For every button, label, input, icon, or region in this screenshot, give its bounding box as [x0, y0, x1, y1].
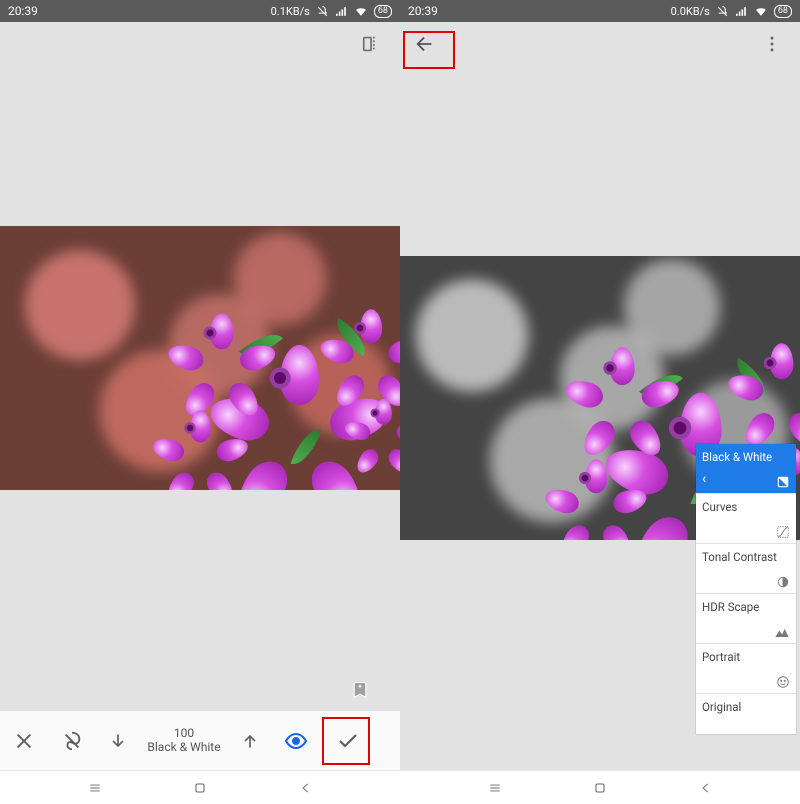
compare-icon[interactable] — [352, 24, 392, 64]
next-filter-button[interactable] — [228, 711, 272, 771]
image-preview-mask[interactable] — [0, 226, 400, 490]
close-button[interactable] — [0, 711, 48, 771]
status-bar: 20:39 0.0KB/s 68 — [400, 0, 800, 22]
right-screenshot: 20:39 0.0KB/s 68 — [400, 0, 800, 804]
left-screenshot: 20:39 0.1KB/s 68 — [0, 0, 400, 804]
status-time: 20:39 — [408, 4, 438, 18]
home-icon[interactable] — [589, 777, 611, 799]
stack-label: Black & White — [702, 450, 790, 464]
hdr-icon — [774, 627, 790, 639]
stack-item-portrait[interactable]: Portrait — [696, 644, 796, 694]
apply-highlight — [322, 717, 370, 765]
status-time: 20:39 — [8, 4, 38, 18]
face-icon — [776, 675, 790, 689]
dnd-icon — [716, 5, 729, 18]
filter-indicator: 100 Black & White — [140, 711, 228, 771]
signal-icon — [735, 5, 748, 18]
stack-label: HDR Scape — [702, 600, 790, 614]
status-bar: 20:39 0.1KB/s 68 — [0, 0, 400, 22]
edit-stacks-panel: Black & White ‹ Curves Tonal Contrast H — [696, 444, 796, 734]
home-icon[interactable] — [189, 777, 211, 799]
top-bar — [400, 22, 800, 66]
status-battery: 68 — [774, 5, 792, 18]
nav-back-icon[interactable] — [295, 777, 317, 799]
bw-icon — [776, 475, 790, 489]
stack-item-bw[interactable]: Black & White ‹ — [696, 444, 796, 494]
stack-item-tonal[interactable]: Tonal Contrast — [696, 544, 796, 594]
wifi-icon — [354, 5, 368, 18]
top-bar — [0, 22, 400, 66]
chevron-left-icon: ‹ — [702, 471, 706, 487]
android-navbar — [400, 770, 800, 804]
stack-label: Original — [702, 700, 790, 714]
stack-item-curves[interactable]: Curves — [696, 494, 796, 544]
filter-label: Black & White — [147, 741, 220, 755]
more-vert-icon[interactable] — [752, 24, 792, 64]
stack-item-hdr[interactable]: HDR Scape — [696, 594, 796, 644]
curves-icon — [776, 525, 790, 539]
edit-toolbar: 100 Black & White — [0, 710, 400, 770]
bookmark-add-icon[interactable] — [350, 680, 370, 700]
status-battery: 68 — [374, 5, 392, 18]
stack-item-original[interactable]: Original — [696, 694, 796, 734]
back-highlight — [403, 31, 455, 69]
signal-icon — [335, 5, 348, 18]
recent-apps-icon[interactable] — [84, 777, 106, 799]
prev-filter-button[interactable] — [96, 711, 140, 771]
tonal-icon — [776, 575, 790, 589]
filter-value: 100 — [174, 727, 194, 741]
preview-toggle-button[interactable] — [272, 711, 320, 771]
android-navbar — [0, 770, 400, 804]
apply-button[interactable] — [320, 711, 376, 771]
stack-label: Tonal Contrast — [702, 550, 790, 564]
stack-label: Curves — [702, 500, 790, 514]
wifi-icon — [754, 5, 768, 18]
stack-label: Portrait — [702, 650, 790, 664]
mask-brush-button[interactable] — [48, 711, 96, 771]
status-net: 0.1KB/s — [271, 5, 310, 18]
status-net: 0.0KB/s — [671, 5, 710, 18]
recent-apps-icon[interactable] — [484, 777, 506, 799]
dnd-icon — [316, 5, 329, 18]
nav-back-icon[interactable] — [695, 777, 717, 799]
